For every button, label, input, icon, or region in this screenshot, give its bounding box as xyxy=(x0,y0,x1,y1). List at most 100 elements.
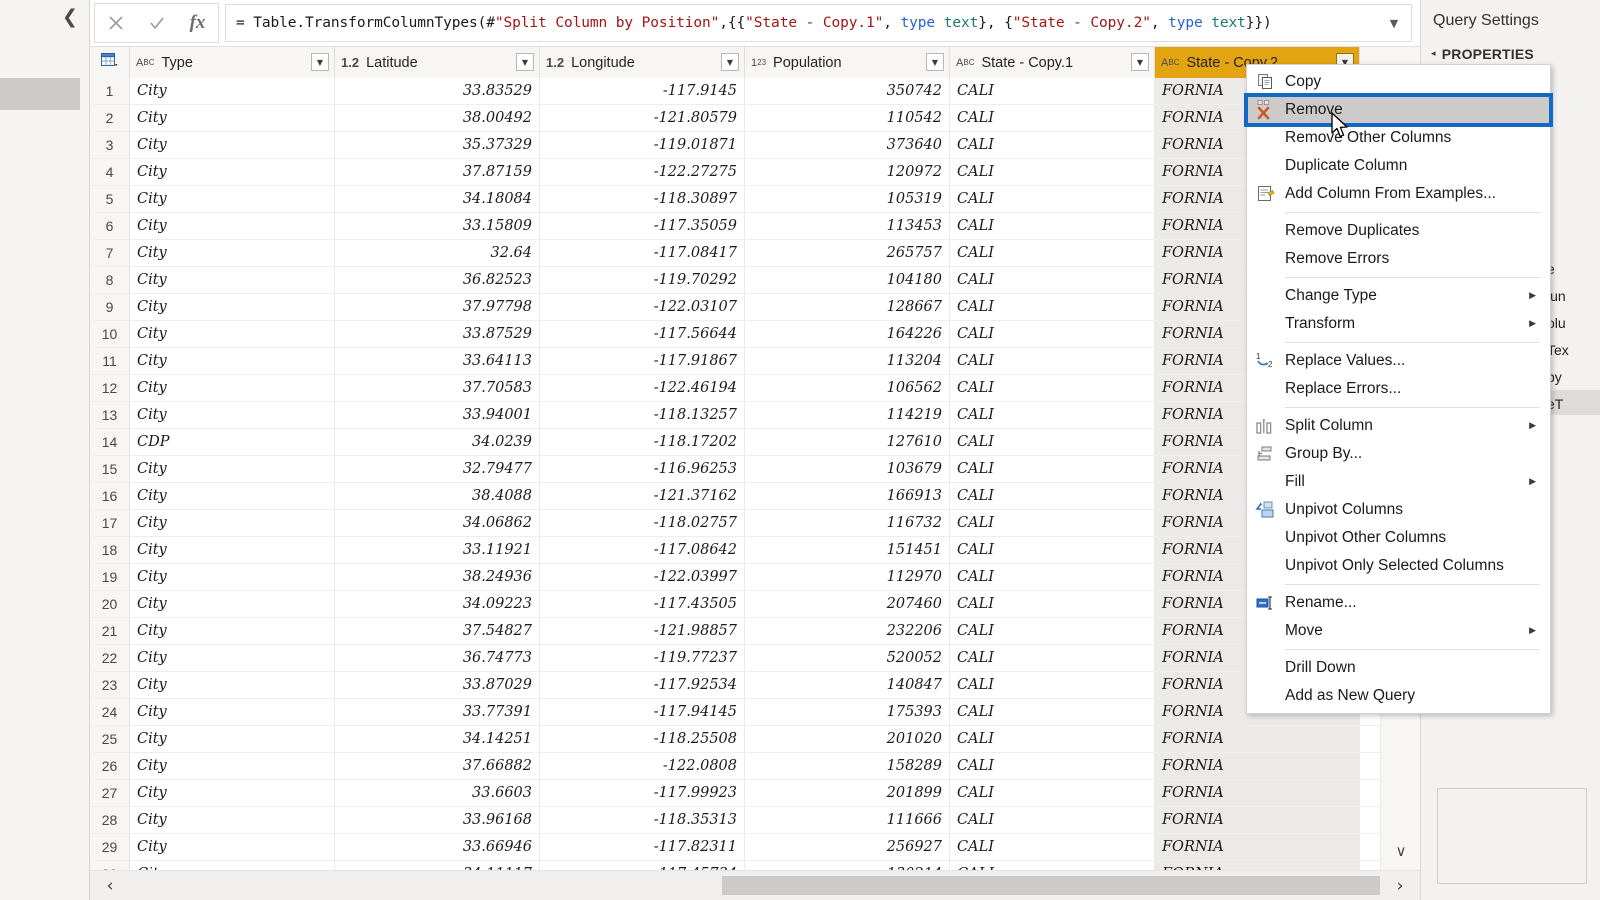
table-row[interactable]: 15 City 32.79477 -116.96253 103679 CALI FORNIA xyxy=(90,456,1420,483)
properties-section-header[interactable]: ◂ PROPERTIES xyxy=(1421,30,1600,62)
row-number[interactable]: 25 xyxy=(90,726,130,752)
column-header-state-copy-1[interactable]: A B C State - Copy.1 ▼ xyxy=(950,47,1155,78)
hscroll-track[interactable] xyxy=(130,871,1380,900)
table-cell[interactable]: City xyxy=(130,591,335,617)
table-cell[interactable]: City xyxy=(130,186,335,212)
row-number[interactable]: 27 xyxy=(90,780,130,806)
row-number[interactable]: 16 xyxy=(90,483,130,509)
table-cell[interactable]: 120972 xyxy=(745,159,950,185)
table-cell[interactable]: City xyxy=(130,753,335,779)
table-cell[interactable]: FORNIA xyxy=(1155,753,1360,779)
table-cell[interactable]: CALI xyxy=(950,645,1155,671)
table-cell[interactable]: -118.35313 xyxy=(540,807,745,833)
table-cell[interactable]: City xyxy=(130,348,335,374)
data-type-icon-1-2[interactable]: 1.2 xyxy=(341,55,359,70)
table-cell[interactable]: 34.14251 xyxy=(335,726,540,752)
table-cell[interactable]: 114219 xyxy=(745,402,950,428)
row-number[interactable]: 24 xyxy=(90,699,130,725)
table-cell[interactable]: 34.09223 xyxy=(335,591,540,617)
table-row[interactable]: 13 City 33.94001 -118.13257 114219 CALI FORNIA xyxy=(90,402,1420,429)
table-row[interactable]: 28 City 33.96168 -118.35313 111666 CALI FORNIA xyxy=(90,807,1420,834)
row-number[interactable]: 7 xyxy=(90,240,130,266)
filter-dropdown-icon[interactable]: ▼ xyxy=(721,53,739,71)
row-number[interactable]: 28 xyxy=(90,807,130,833)
menu-item-transform[interactable]: Transform ▶ xyxy=(1247,310,1550,338)
menu-item-remove-other-columns[interactable]: Remove Other Columns xyxy=(1247,124,1550,152)
table-cell[interactable]: City xyxy=(130,483,335,509)
table-row[interactable]: 3 City 35.37329 -119.01871 373640 CALI FORNIA xyxy=(90,132,1420,159)
menu-item-duplicate-column[interactable]: Duplicate Column xyxy=(1247,152,1550,180)
table-cell[interactable]: -118.17202 xyxy=(540,429,745,455)
table-cell[interactable]: 350742 xyxy=(745,78,950,104)
table-cell[interactable]: 33.66946 xyxy=(335,834,540,860)
table-cell[interactable]: -117.43505 xyxy=(540,591,745,617)
accept-icon[interactable] xyxy=(136,4,177,42)
table-cell[interactable]: City xyxy=(130,240,335,266)
table-cell[interactable]: -119.77237 xyxy=(540,645,745,671)
table-cell[interactable]: City xyxy=(130,456,335,482)
data-type-icon-123[interactable]: 123 xyxy=(751,57,766,69)
table-cell[interactable]: City xyxy=(130,321,335,347)
table-row[interactable]: 26 City 37.66882 -122.0808 158289 CALI FORNIA xyxy=(90,753,1420,780)
fx-icon[interactable]: fx xyxy=(177,4,218,42)
row-number[interactable]: 5 xyxy=(90,186,130,212)
table-row[interactable]: 27 City 33.6603 -117.99923 201899 CALI FORNIA xyxy=(90,780,1420,807)
table-cell[interactable]: 116732 xyxy=(745,510,950,536)
table-cell[interactable]: CALI xyxy=(950,456,1155,482)
row-number[interactable]: 26 xyxy=(90,753,130,779)
table-cell[interactable]: City xyxy=(130,807,335,833)
table-cell[interactable]: City xyxy=(130,672,335,698)
table-cell[interactable]: 151451 xyxy=(745,537,950,563)
table-cell[interactable]: -122.03107 xyxy=(540,294,745,320)
table-row[interactable]: 17 City 34.06862 -118.02757 116732 CALI FORNIA xyxy=(90,510,1420,537)
table-cell[interactable]: 33.64113 xyxy=(335,348,540,374)
row-number[interactable]: 19 xyxy=(90,564,130,590)
table-cell[interactable]: CALI xyxy=(950,483,1155,509)
table-row[interactable]: 2 City 38.00492 -121.80579 110542 CALI FORNIA xyxy=(90,105,1420,132)
table-cell[interactable]: 33.6603 xyxy=(335,780,540,806)
table-cell[interactable]: 113204 xyxy=(745,348,950,374)
row-number[interactable]: 22 xyxy=(90,645,130,671)
table-cell[interactable]: -118.25508 xyxy=(540,726,745,752)
table-cell[interactable]: CALI xyxy=(950,564,1155,590)
table-cell[interactable]: 36.82523 xyxy=(335,267,540,293)
row-number[interactable]: 3 xyxy=(90,132,130,158)
table-cell[interactable]: 105319 xyxy=(745,186,950,212)
table-cell[interactable]: 113453 xyxy=(745,213,950,239)
table-cell[interactable]: City xyxy=(130,132,335,158)
table-cell[interactable]: 166913 xyxy=(745,483,950,509)
table-cell[interactable]: CALI xyxy=(950,537,1155,563)
table-cell[interactable]: -117.94145 xyxy=(540,699,745,725)
table-cell[interactable]: 33.94001 xyxy=(335,402,540,428)
row-number[interactable]: 8 xyxy=(90,267,130,293)
table-cell[interactable]: 33.77391 xyxy=(335,699,540,725)
table-cell[interactable]: City xyxy=(130,564,335,590)
table-cell[interactable]: CALI xyxy=(950,618,1155,644)
table-cell[interactable]: -117.82311 xyxy=(540,834,745,860)
column-header-longitude[interactable]: 1.2 Longitude ▼ xyxy=(540,47,745,78)
row-number[interactable]: 9 xyxy=(90,294,130,320)
row-number[interactable]: 10 xyxy=(90,321,130,347)
table-cell[interactable]: -117.99923 xyxy=(540,780,745,806)
table-cell[interactable]: CALI xyxy=(950,591,1155,617)
table-cell[interactable]: 33.83529 xyxy=(335,78,540,104)
table-cell[interactable]: -118.02757 xyxy=(540,510,745,536)
table-cell[interactable]: -117.91867 xyxy=(540,348,745,374)
hscroll-thumb[interactable] xyxy=(722,875,1380,895)
table-row[interactable]: 23 City 33.87029 -117.92534 140847 CALI FORNIA xyxy=(90,672,1420,699)
row-number[interactable]: 21 xyxy=(90,618,130,644)
row-number[interactable]: 4 xyxy=(90,159,130,185)
menu-item-unpivot-columns[interactable]: Unpivot Columns xyxy=(1247,496,1550,524)
table-cell[interactable]: 103679 xyxy=(745,456,950,482)
menu-item-split-column[interactable]: Split Column ▶ xyxy=(1247,412,1550,440)
table-row[interactable]: 9 City 37.97798 -122.03107 128667 CALI FORNIA xyxy=(90,294,1420,321)
table-cell[interactable]: 265757 xyxy=(745,240,950,266)
table-cell[interactable]: City xyxy=(130,213,335,239)
table-cell[interactable]: City xyxy=(130,510,335,536)
row-number[interactable]: 18 xyxy=(90,537,130,563)
table-cell[interactable]: 38.4088 xyxy=(335,483,540,509)
table-cell[interactable]: -121.80579 xyxy=(540,105,745,131)
table-cell[interactable]: CALI xyxy=(950,726,1155,752)
data-type-icon-1-2[interactable]: 1.2 xyxy=(546,55,564,70)
table-cell[interactable]: 33.15809 xyxy=(335,213,540,239)
